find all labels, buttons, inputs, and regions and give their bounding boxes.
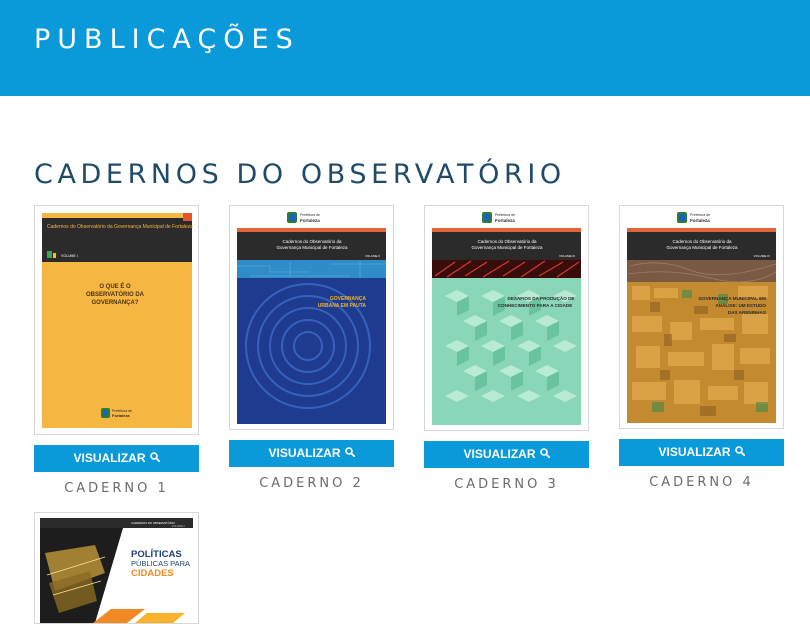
visualize-button-3[interactable]: VISUALIZAR (424, 441, 589, 468)
cover-1-title-line-2: OBSERVATÓRIO DA (86, 290, 145, 298)
cover-4-title-line-3: DAS ARENINHAS (728, 310, 766, 315)
cover-2-series-line-2: Governança Municipal de Fortaleza (276, 245, 348, 250)
publication-card-5: CADERNOS DO OBSERVATÓRIO VOLUME V POLÍTI… (34, 512, 199, 624)
publication-card-3: Prefeitura de Fortaleza Cadernos do Obse… (424, 205, 589, 492)
cover-5-title-line-2: PÚBLICAS PARA (131, 559, 190, 568)
cover-thumbnail-3[interactable]: Prefeitura de Fortaleza Cadernos do Obse… (424, 205, 589, 431)
cover-image-3: Prefeitura de Fortaleza Cadernos do Obse… (425, 206, 588, 430)
cover-image-4: Prefeitura de Fortaleza Cadernos do Obse… (620, 206, 783, 428)
cover-4-logo-line-1: Prefeitura de (690, 213, 710, 217)
city-crest-icon (101, 408, 110, 418)
cover-image-1: Cadernos do Observatório da Governança M… (35, 206, 198, 434)
city-crest-icon (677, 212, 687, 223)
cover-2-logo-line-2: Fortaleza (300, 218, 320, 223)
cover-thumbnail-1[interactable]: Cadernos do Observatório da Governança M… (34, 205, 199, 435)
caption-1: CADERNO 1 (64, 481, 169, 496)
cover-thumbnail-2[interactable]: Prefeitura de Fortaleza Cadernos do Obse… (229, 205, 394, 430)
cover-3-title-line-2: CONHECIMENTO PARA A CIDADE (498, 303, 573, 308)
visualize-button-label: VISUALIZAR (463, 447, 536, 461)
publication-card-1: Cadernos do Observatório da Governança M… (34, 205, 199, 496)
cover-1-logo-line-2: Fortaleza (112, 413, 130, 418)
search-icon (344, 440, 355, 467)
visualize-button-label: VISUALIZAR (658, 445, 731, 459)
cover-image-2: Prefeitura de Fortaleza Cadernos do Obse… (230, 206, 393, 429)
visualize-button-2[interactable]: VISUALIZAR (229, 440, 394, 467)
cover-5-series: CADERNOS DO OBSERVATÓRIO (131, 520, 175, 525)
cover-thumbnail-5[interactable]: CADERNOS DO OBSERVATÓRIO VOLUME V POLÍTI… (34, 512, 199, 624)
search-icon (149, 445, 160, 472)
city-crest-icon (482, 212, 492, 223)
cover-4-volume: VOLUME IV (754, 254, 770, 258)
caption-2: CADERNO 2 (259, 476, 364, 491)
cover-4-title-line-1: GOVERNANÇA MUNICIPAL EM (698, 296, 766, 301)
search-icon (734, 439, 745, 466)
section-title: CADERNOS DO OBSERVATÓRIO (34, 159, 566, 190)
visualize-button-4[interactable]: VISUALIZAR (619, 439, 784, 466)
cover-2-title-line-2: URBANA EM PAUTA (318, 303, 367, 309)
page-title: PUBLICAÇÕES (34, 24, 300, 55)
search-icon (539, 441, 550, 468)
cover-1-volume: VOLUME I (61, 254, 78, 258)
cover-3-logo-line-2: Fortaleza (495, 218, 515, 223)
cover-3-series-line-2: Governança Municipal de Fortaleza (471, 245, 543, 250)
cover-3-volume: VOLUME III (559, 254, 575, 258)
city-crest-icon (287, 212, 297, 223)
cover-3-title-line-1: DESAFIOS DA PRODUÇÃO DE (508, 295, 575, 301)
cover-2-logo-line-1: Prefeitura de (300, 213, 320, 217)
cover-thumbnail-4[interactable]: Prefeitura de Fortaleza Cadernos do Obse… (619, 205, 784, 429)
cover-3-series-line-1: Cadernos do Observatório da (477, 239, 537, 244)
cover-2-volume: VOLUME II (365, 254, 380, 258)
publication-card-2: Prefeitura de Fortaleza Cadernos do Obse… (229, 205, 394, 491)
cover-4-series-line-1: Cadernos do Observatório da (672, 239, 732, 244)
visualize-button-1[interactable]: VISUALIZAR (34, 445, 199, 472)
cover-2-series-line-1: Cadernos do Observatório da (282, 239, 342, 244)
cover-1-title-line-3: GOVERNANÇA? (91, 300, 138, 306)
caption-4: CADERNO 4 (649, 475, 754, 490)
cover-4-title-line-2: ANÁLISE: UM ESTUDO (715, 302, 766, 308)
visualize-button-label: VISUALIZAR (73, 451, 146, 465)
publication-card-4: Prefeitura de Fortaleza Cadernos do Obse… (619, 205, 784, 490)
cover-4-logo-line-2: Fortaleza (690, 218, 710, 223)
cover-2-title-line-1: GOVERNANÇA (330, 296, 367, 302)
page-header: PUBLICAÇÕES (0, 0, 810, 96)
cover-1-title-line-1: O QUE É O (99, 282, 131, 290)
cover-1-series: Cadernos do Observatório da Governança M… (47, 224, 193, 230)
cover-5-volume: VOLUME V (172, 524, 186, 528)
cover-4-series-line-2: Governança Municipal de Fortaleza (666, 245, 738, 250)
cover-image-5: CADERNOS DO OBSERVATÓRIO VOLUME V POLÍTI… (35, 513, 198, 623)
visualize-button-label: VISUALIZAR (268, 446, 341, 460)
caption-3: CADERNO 3 (454, 477, 559, 492)
cover-5-title-line-3: CIDADES (131, 568, 174, 579)
cover-3-logo-line-1: Prefeitura de (495, 213, 515, 217)
